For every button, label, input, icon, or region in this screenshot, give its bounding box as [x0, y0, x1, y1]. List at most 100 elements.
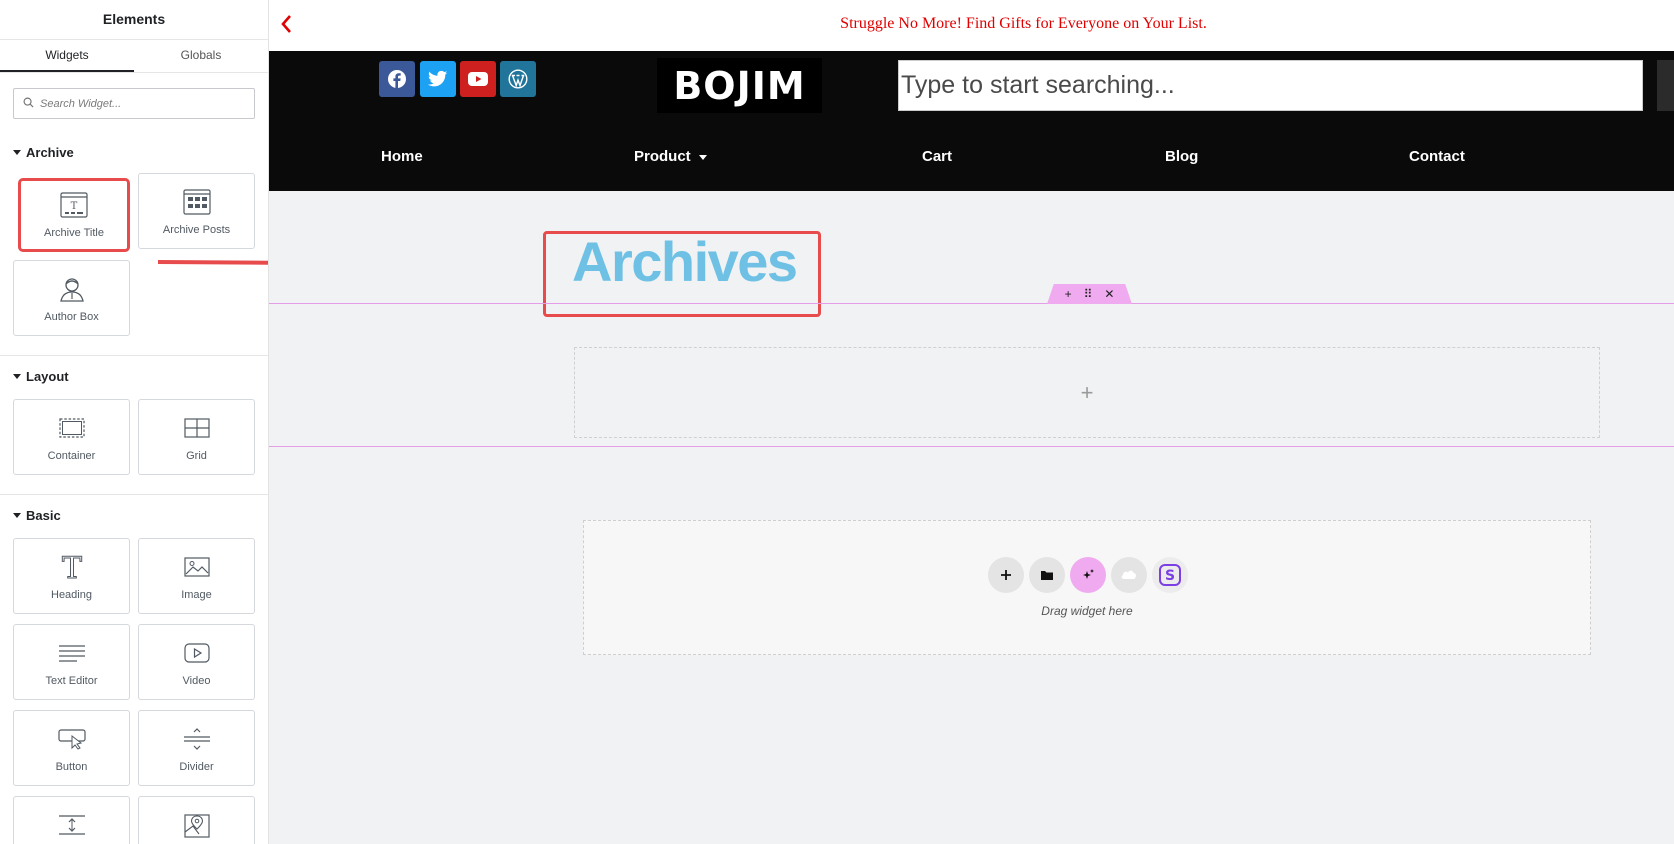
- empty-container[interactable]: +: [574, 347, 1600, 438]
- twitter-icon[interactable]: [420, 61, 456, 97]
- widget-image[interactable]: Image: [138, 538, 255, 614]
- widget-label: Image: [181, 589, 212, 601]
- elementor-editor: Elements Widgets Globals Archive T Archi…: [0, 0, 1674, 844]
- caret-down-icon: [13, 150, 21, 155]
- widget-grid[interactable]: Grid: [138, 399, 255, 475]
- category-basic-label: Basic: [26, 508, 61, 523]
- widget-label: Container: [47, 450, 96, 462]
- widget-label: Grid: [186, 450, 207, 462]
- add-icon[interactable]: +: [1065, 284, 1072, 304]
- widget-divider[interactable]: Divider: [138, 710, 255, 786]
- kit-button[interactable]: [1111, 557, 1147, 593]
- grid-icon: [139, 414, 254, 442]
- divider-icon: [139, 725, 254, 753]
- widget-text-editor[interactable]: Text Editor: [13, 624, 130, 700]
- sparkles-icon: [1083, 569, 1094, 579]
- panel-title: Elements: [0, 0, 268, 40]
- heading-icon: T: [14, 553, 129, 581]
- section-handle[interactable]: + ⠿ ✕: [1047, 284, 1132, 304]
- author-box-icon: [14, 275, 129, 303]
- map-icon: [139, 811, 254, 839]
- editor-canvas: Archives + ⠿ ✕ + S Drag widget here: [269, 191, 1674, 844]
- nav-product[interactable]: Product: [634, 148, 707, 165]
- widget-label: Button: [55, 761, 88, 773]
- section-outline-bottom: [269, 446, 1674, 447]
- site-search-input[interactable]: [899, 61, 1642, 110]
- widget-author-box[interactable]: Author Box: [13, 260, 130, 336]
- widget-spacer[interactable]: [13, 796, 130, 844]
- add-icon: +: [1080, 379, 1094, 405]
- nav-cart[interactable]: Cart: [922, 148, 952, 165]
- category-archive-label: Archive: [26, 145, 74, 160]
- button-icon: [14, 725, 129, 753]
- section-outline-top: [269, 303, 1674, 304]
- plus-icon: [1001, 570, 1011, 580]
- search-button[interactable]: [1657, 60, 1674, 111]
- promo-bar: Struggle No More! Find Gifts for Everyon…: [269, 0, 1674, 51]
- s-logo-icon: S: [1159, 564, 1181, 586]
- drop-zone-actions: S: [584, 557, 1590, 593]
- cloud-icon: [1121, 570, 1136, 579]
- category-layout[interactable]: Layout: [0, 367, 69, 387]
- drop-zone[interactable]: S Drag widget here: [583, 520, 1591, 655]
- widget-label: Divider: [179, 761, 214, 773]
- tab-globals[interactable]: Globals: [134, 40, 268, 72]
- caret-down-icon: [13, 374, 21, 379]
- divider: [0, 355, 268, 356]
- add-section-button[interactable]: [988, 557, 1024, 593]
- nav-contact[interactable]: Contact: [1409, 148, 1465, 165]
- caret-down-icon: [13, 513, 21, 518]
- archive-title-icon: T: [21, 191, 127, 219]
- folder-icon: [1041, 571, 1053, 580]
- widget-label: Video: [182, 675, 211, 687]
- panel-tabs: Widgets Globals: [0, 40, 268, 73]
- widget-archive-posts[interactable]: Archive Posts: [138, 173, 255, 249]
- site-logo[interactable]: BOJIM: [657, 58, 822, 113]
- image-icon: [139, 553, 254, 581]
- svg-text:S: S: [1165, 568, 1175, 584]
- tab-widgets[interactable]: Widgets: [0, 40, 134, 72]
- site-header: BOJIM Home Product Cart Blog Contact: [269, 51, 1674, 191]
- text-editor-icon: [14, 639, 129, 667]
- promo-text[interactable]: Struggle No More! Find Gifts for Everyon…: [269, 15, 1674, 33]
- add-template-button[interactable]: [1029, 557, 1065, 593]
- widget-heading[interactable]: T Heading: [13, 538, 130, 614]
- site-search[interactable]: [898, 60, 1643, 111]
- red-arrow-annotation: [158, 260, 268, 265]
- highlight-box-annotation: [543, 231, 821, 317]
- widget-video[interactable]: Video: [138, 624, 255, 700]
- nav-home[interactable]: Home: [381, 148, 423, 165]
- category-archive[interactable]: Archive: [0, 143, 74, 163]
- widget-label: Author Box: [44, 311, 99, 323]
- close-icon[interactable]: ✕: [1104, 284, 1114, 304]
- wordpress-icon[interactable]: [500, 61, 536, 97]
- container-icon: [14, 414, 129, 442]
- site-logo-text: BOJIM: [673, 63, 806, 108]
- elements-panel: Elements Widgets Globals Archive T Archi…: [0, 0, 269, 844]
- widget-search-input[interactable]: [14, 89, 254, 118]
- drag-handle-icon[interactable]: ⠿: [1084, 284, 1093, 304]
- widget-google-maps[interactable]: [138, 796, 255, 844]
- widget-label: Archive Title: [44, 227, 104, 239]
- widget-label: Heading: [51, 589, 92, 601]
- starter-templates-button[interactable]: S: [1152, 557, 1188, 593]
- caret-down-icon: [698, 154, 707, 160]
- svg-text:T: T: [61, 553, 81, 581]
- spacer-icon: [14, 811, 129, 839]
- widget-archive-title[interactable]: T Archive Title: [18, 178, 130, 252]
- widget-label: Text Editor: [45, 675, 98, 687]
- widget-button[interactable]: Button: [13, 710, 130, 786]
- search-icon: [23, 97, 34, 108]
- divider: [0, 494, 268, 495]
- svg-text:T: T: [71, 201, 78, 212]
- youtube-icon[interactable]: [460, 61, 496, 97]
- nav-blog[interactable]: Blog: [1165, 148, 1198, 165]
- video-icon: [139, 639, 254, 667]
- ai-button[interactable]: [1070, 557, 1106, 593]
- widget-container[interactable]: Container: [13, 399, 130, 475]
- widget-search[interactable]: [13, 88, 255, 119]
- facebook-icon[interactable]: [379, 61, 415, 97]
- nav-product-label: Product: [634, 148, 691, 165]
- category-basic[interactable]: Basic: [0, 506, 61, 526]
- drop-zone-hint: Drag widget here: [1041, 604, 1133, 618]
